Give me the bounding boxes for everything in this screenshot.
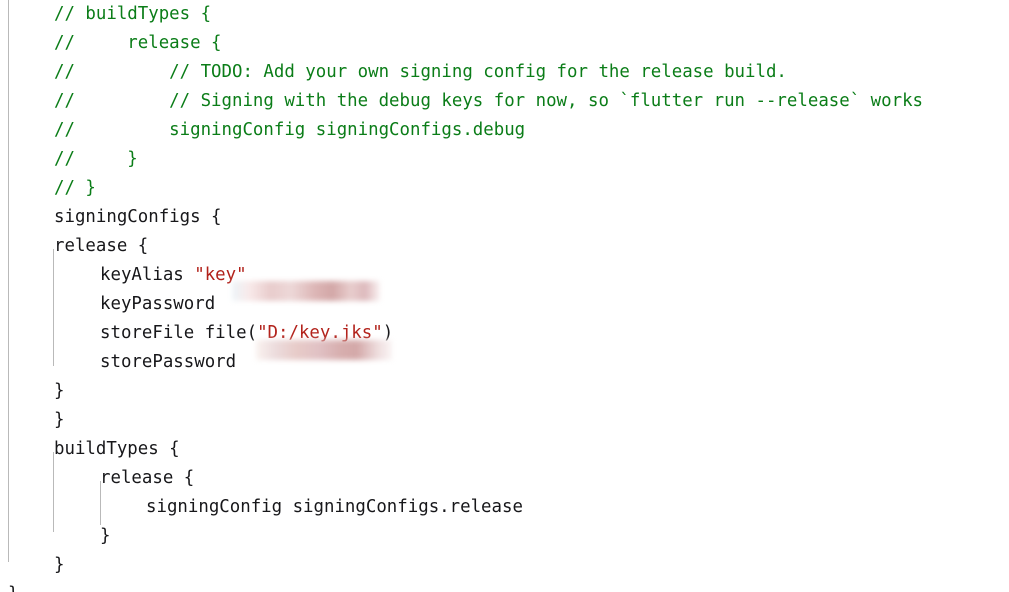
- code-token-plain: }: [100, 526, 111, 546]
- code-token-plain: signingConfigs {: [54, 207, 222, 227]
- code-line[interactable]: release {: [0, 464, 194, 493]
- code-line[interactable]: }: [0, 377, 64, 406]
- code-token-string: "key": [194, 265, 247, 285]
- code-line[interactable]: }: [0, 522, 110, 551]
- code-line[interactable]: // // TODO: Add your own signing config …: [0, 58, 787, 87]
- code-line[interactable]: // }: [0, 174, 96, 203]
- code-line[interactable]: // buildTypes {: [0, 0, 211, 29]
- guide-level-0: [8, 0, 9, 562]
- guide-level-1: [53, 249, 54, 366]
- code-token-plain: signingConfig signingConfigs.release: [146, 497, 523, 517]
- code-line[interactable]: storePassword: [0, 348, 247, 377]
- code-token-plain: ): [382, 323, 394, 343]
- code-token-comment: // signingConfig signingConfigs.debug: [54, 120, 526, 140]
- code-token-comment: // release {: [54, 33, 222, 53]
- code-token-plain: }: [8, 584, 18, 592]
- code-token-plain: storePassword: [100, 352, 247, 372]
- code-line[interactable]: signingConfigs {: [0, 203, 222, 232]
- code-line[interactable]: keyPassword: [0, 290, 226, 319]
- code-line[interactable]: storeFile file("D:/key.jks"): [0, 319, 393, 348]
- guide-level-2: [100, 481, 101, 525]
- code-line[interactable]: // // Signing with the debug keys for no…: [0, 87, 923, 116]
- code-token-plain: release {: [100, 468, 195, 488]
- code-token-comment: // buildTypes {: [54, 4, 212, 24]
- code-token-comment: // }: [54, 178, 96, 198]
- code-token-string: "D:/key.jks": [257, 323, 383, 343]
- code-token-plain: }: [54, 555, 65, 575]
- code-token-comment: // // Signing with the debug keys for no…: [54, 91, 924, 111]
- code-line[interactable]: // release {: [0, 29, 222, 58]
- guide-level-1b: [53, 452, 54, 532]
- code-token-plain: keyAlias: [100, 265, 195, 285]
- code-token-plain: buildTypes {: [54, 439, 180, 459]
- code-line[interactable]: }: [0, 551, 64, 580]
- code-line[interactable]: keyAlias "key": [0, 261, 247, 290]
- code-line[interactable]: // }: [0, 145, 138, 174]
- code-line[interactable]: // signingConfig signingConfigs.debug: [0, 116, 525, 145]
- code-token-plain: }: [54, 410, 65, 430]
- code-line[interactable]: release {: [0, 232, 148, 261]
- code-line[interactable]: buildTypes {: [0, 435, 180, 464]
- code-token-plain: release {: [54, 236, 149, 256]
- code-token-comment: // }: [54, 149, 138, 169]
- code-line[interactable]: }: [0, 406, 64, 435]
- code-editor-surface[interactable]: // buildTypes { // release { // // TODO: A…: [0, 0, 1009, 592]
- code-token-plain: keyPassword: [100, 294, 226, 314]
- code-token-comment: // // TODO: Add your own signing config …: [54, 62, 787, 82]
- code-line[interactable]: signingConfig signingConfigs.release: [0, 493, 523, 522]
- code-token-plain: }: [54, 381, 65, 401]
- code-line[interactable]: }: [0, 580, 18, 592]
- code-lines-container[interactable]: // buildTypes { // release { // // TODO: A…: [0, 0, 1009, 592]
- code-token-plain: storeFile file(: [100, 323, 258, 343]
